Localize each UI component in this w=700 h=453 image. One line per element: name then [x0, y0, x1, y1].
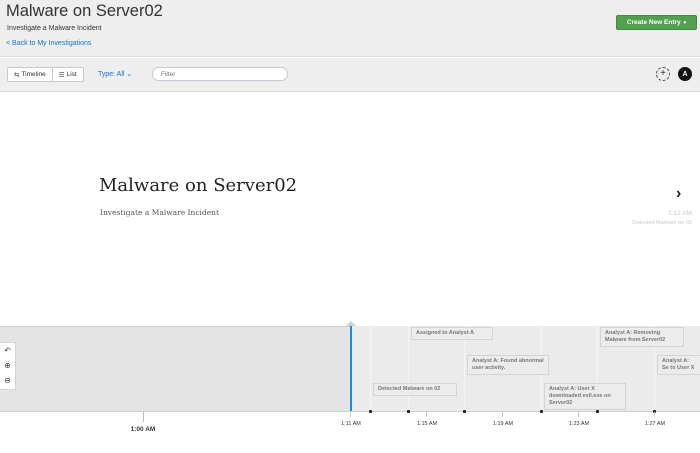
- timeline-event-card[interactable]: Analyst A: User X downloaded evil.exe on…: [544, 383, 626, 411]
- zoom-out-icon[interactable]: ⊖: [4, 377, 11, 385]
- event-dot: [596, 410, 599, 413]
- timeline-event-card[interactable]: Assigned to Analyst A: [411, 327, 493, 341]
- timeline-view-button[interactable]: ⇆ Timeline: [8, 68, 52, 81]
- zoom-in-icon[interactable]: ⊕: [4, 361, 11, 370]
- axis-tick-label: 1:00 AM: [130, 426, 156, 433]
- create-new-entry-label: Create New Entry: [626, 19, 681, 26]
- next-entry-description: Detected Malware on 02: [632, 220, 692, 226]
- filter-input[interactable]: [152, 67, 288, 81]
- axis-tick: [654, 412, 655, 417]
- timeline-icon: ⇆: [14, 71, 20, 79]
- create-new-entry-button[interactable]: Create New Entry ▾: [616, 15, 697, 30]
- page-subtitle: Investigate a Malware Incident: [7, 25, 102, 32]
- timeline-gridline: [408, 326, 409, 411]
- investigation-header: Malware on Server02 Investigate a Malwar…: [0, 0, 700, 57]
- list-view-button[interactable]: ☰ List: [51, 68, 83, 81]
- axis-tick: [143, 412, 144, 422]
- timeline-gridline: [370, 326, 371, 411]
- timeline-view-label: Timeline: [21, 71, 46, 78]
- axis-tick: [578, 412, 579, 417]
- event-dot: [463, 410, 466, 413]
- list-icon: ☰: [58, 71, 65, 79]
- timeline-event-card[interactable]: Detected Malware on 02: [373, 383, 457, 397]
- view-toggle: ⇆ Timeline ☰ List: [7, 67, 84, 82]
- axis-tick: [502, 412, 503, 417]
- timeline-controls: ↶ ⊕ ⊖: [0, 342, 16, 390]
- timeline-event-card[interactable]: Analyst A: Se to User X: [657, 355, 700, 376]
- axis-tick-label: 1:15 AM: [416, 421, 438, 427]
- avatar[interactable]: A: [678, 67, 692, 81]
- axis-tick-label: 1:27 AM: [644, 421, 666, 427]
- event-dot: [369, 410, 372, 413]
- slide-view: Malware on Server02 Investigate a Malwar…: [0, 93, 700, 326]
- event-dot: [540, 410, 543, 413]
- type-filter-dropdown[interactable]: Type: All ⌄: [98, 70, 132, 78]
- add-icon[interactable]: +: [656, 67, 670, 81]
- axis-tick: [350, 412, 351, 417]
- current-position-marker[interactable]: [350, 326, 352, 411]
- toolbar: ⇆ Timeline ☰ List Type: All ⌄ + A: [0, 58, 700, 92]
- timeline[interactable]: ↶ ⊕ ⊖ Detected Malware on 02 Assigned to…: [0, 321, 700, 453]
- next-slide-arrow-icon[interactable]: ›: [676, 185, 681, 203]
- slide-title: Malware on Server02: [99, 175, 298, 196]
- back-to-investigations-link[interactable]: < Back to My Investigations: [6, 40, 91, 47]
- slide-subtitle: Investigate a Malware Incident: [100, 208, 220, 217]
- next-entry-time: 1:12 AM: [668, 210, 692, 217]
- list-view-label: List: [66, 71, 77, 78]
- axis-tick-label: 1:11 AM: [341, 421, 361, 427]
- caret-down-icon: ▾: [683, 19, 687, 26]
- axis-tick-label: 1:23 AM: [568, 421, 590, 427]
- axis-tick-label: 1:19 AM: [492, 421, 514, 427]
- timeline-event-card[interactable]: Analyst A: Removing Malware from Server0…: [600, 327, 684, 348]
- axis-tick: [426, 412, 427, 417]
- timeline-event-card[interactable]: Analyst A: Found abnormal user activity.: [467, 355, 549, 376]
- event-dot: [407, 410, 410, 413]
- undo-icon[interactable]: ↶: [4, 346, 11, 355]
- page-title: Malware on Server02: [6, 2, 163, 20]
